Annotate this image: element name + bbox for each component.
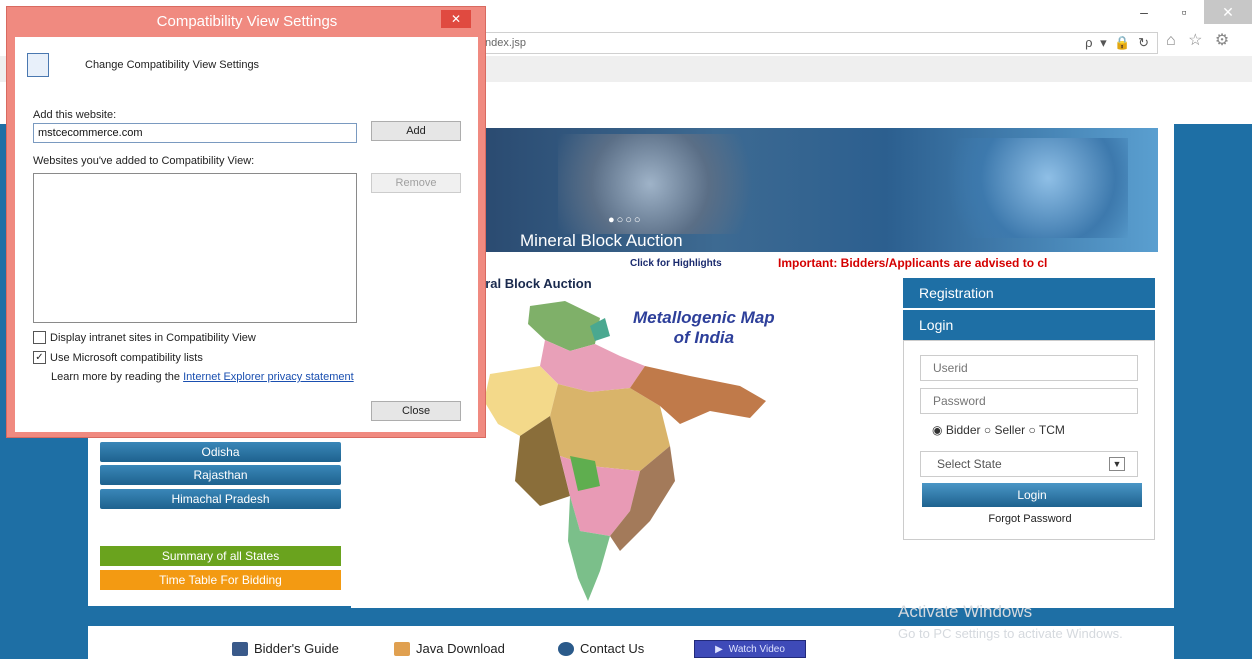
map-kashmir xyxy=(528,301,600,351)
contact-us-label: Contact Us xyxy=(580,641,645,656)
bidders-guide-label: Bidder's Guide xyxy=(254,641,339,656)
banner-rocks-image xyxy=(558,134,788,234)
java-download-label: Java Download xyxy=(416,641,505,656)
carousel-dots[interactable]: ●○○○ xyxy=(608,214,643,226)
chevron-down-icon[interactable]: ▼ xyxy=(1109,457,1125,471)
watch-video-label: Watch Video xyxy=(728,643,785,655)
banner[interactable]: ●○○○ Mineral Block Auction xyxy=(478,128,1158,252)
password-input[interactable] xyxy=(920,388,1138,414)
contact-us-link[interactable]: Contact Us xyxy=(558,641,644,656)
map-title-line1: Metallogenic Map xyxy=(633,308,775,327)
address-bar[interactable]: ndex.jsp ρ ▾ 🔒 ↻ xyxy=(478,32,1158,54)
compatibility-view-icon xyxy=(27,53,49,77)
privacy-statement-link[interactable]: Internet Explorer privacy statement xyxy=(183,371,354,383)
section-title: eral Block Auction xyxy=(478,276,592,291)
activate-windows-watermark: Activate Windows xyxy=(898,602,1033,621)
remove-button[interactable]: Remove xyxy=(371,173,461,193)
banner-title: Mineral Block Auction xyxy=(520,231,683,250)
select-state-dropdown[interactable]: Select State ▼ xyxy=(920,451,1138,477)
address-bar-icons[interactable]: ρ ▾ 🔒 ↻ xyxy=(1085,35,1151,51)
summary-of-all-states-button[interactable]: Summary of all States xyxy=(100,546,341,566)
userid-input[interactable] xyxy=(920,355,1138,381)
state-button-odisha[interactable]: Odisha xyxy=(100,442,341,462)
window-close-button[interactable]: ✕ xyxy=(1204,0,1252,24)
add-website-label: Add this website: xyxy=(33,109,117,121)
user-type-radio-group: ◉ Bidder ○ Seller ○ TCM xyxy=(932,423,1065,437)
radio-tcm-icon[interactable]: ○ xyxy=(1028,423,1035,437)
java-icon xyxy=(394,641,410,656)
login-button[interactable]: Login xyxy=(922,483,1142,507)
minimize-button[interactable]: – xyxy=(1124,0,1164,24)
intranet-checkbox[interactable] xyxy=(33,331,46,344)
add-button[interactable]: Add xyxy=(371,121,461,141)
websites-list-label: Websites you've added to Compatibility V… xyxy=(33,155,255,167)
dialog-heading: Change Compatibility View Settings xyxy=(85,59,260,71)
select-state-value: Select State xyxy=(937,457,1002,471)
bidders-guide-link[interactable]: Bidder's Guide xyxy=(232,641,339,656)
map-title-line2: of India xyxy=(673,328,735,347)
state-button-himachal-pradesh[interactable]: Himachal Pradesh xyxy=(100,489,341,509)
compatibility-view-dialog: Compatibility View Settings ✕ Change Com… xyxy=(6,6,486,438)
activate-windows-subtext: Go to PC settings to activate Windows. xyxy=(898,626,1123,641)
dialog-body: Change Compatibility View Settings Add t… xyxy=(15,37,478,432)
login-form: ◉ Bidder ○ Seller ○ TCM Select State ▼ L… xyxy=(903,340,1155,540)
ms-lists-checkbox[interactable]: ✓ xyxy=(33,351,46,364)
important-notice[interactable]: Important: Bidders/Applicants are advise… xyxy=(778,256,1047,270)
ms-lists-checkbox-label: Use Microsoft compatibility lists xyxy=(50,351,203,364)
ms-lists-checkbox-row[interactable]: ✓ Use Microsoft compatibility lists xyxy=(33,351,203,364)
radio-seller-icon[interactable]: ○ xyxy=(984,423,991,437)
close-button[interactable]: Close xyxy=(371,401,461,421)
add-website-input[interactable] xyxy=(33,123,357,143)
forgot-password-link[interactable]: Forgot Password xyxy=(904,513,1156,525)
click-for-highlights-link[interactable]: Click for Highlights xyxy=(630,258,722,269)
browser-tool-icons[interactable]: ⌂ ☆ ⚙ xyxy=(1166,30,1233,50)
radio-bidder-icon[interactable]: ◉ xyxy=(932,423,942,437)
book-icon xyxy=(232,641,248,656)
radio-bidder-label[interactable]: Bidder xyxy=(946,423,981,437)
learn-more-prefix: Learn more by reading the xyxy=(51,371,181,383)
learn-more-text: Learn more by reading the Internet Explo… xyxy=(51,371,354,383)
play-icon: ▶ xyxy=(715,643,723,655)
restore-button[interactable]: ▫ xyxy=(1164,0,1204,24)
websites-listbox[interactable] xyxy=(33,173,357,323)
dialog-close-icon[interactable]: ✕ xyxy=(441,10,471,28)
contact-icon xyxy=(558,641,574,656)
window-controls: – ▫ ✕ xyxy=(1124,0,1252,28)
banner-gavel-image xyxy=(928,138,1128,238)
state-button-rajasthan[interactable]: Rajasthan xyxy=(100,465,341,485)
intranet-checkbox-row[interactable]: Display intranet sites in Compatibility … xyxy=(33,331,256,344)
watch-video-button[interactable]: ▶ Watch Video xyxy=(694,640,806,658)
map-title: Metallogenic Map of India xyxy=(633,308,775,348)
time-table-for-bidding-button[interactable]: Time Table For Bidding xyxy=(100,570,341,590)
java-download-link[interactable]: Java Download xyxy=(394,641,505,656)
registration-link[interactable]: Registration xyxy=(903,278,1155,308)
footer-blue-strip xyxy=(88,606,351,626)
radio-tcm-label[interactable]: TCM xyxy=(1039,423,1065,437)
intranet-checkbox-label: Display intranet sites in Compatibility … xyxy=(50,331,256,344)
dialog-title: Compatibility View Settings xyxy=(156,12,338,30)
radio-seller-label[interactable]: Seller xyxy=(994,423,1025,437)
address-text: ndex.jsp xyxy=(485,37,526,49)
highlights-ticker: Click for Highlights Important: Bidders/… xyxy=(478,256,1158,272)
login-header: Login xyxy=(903,310,1155,340)
